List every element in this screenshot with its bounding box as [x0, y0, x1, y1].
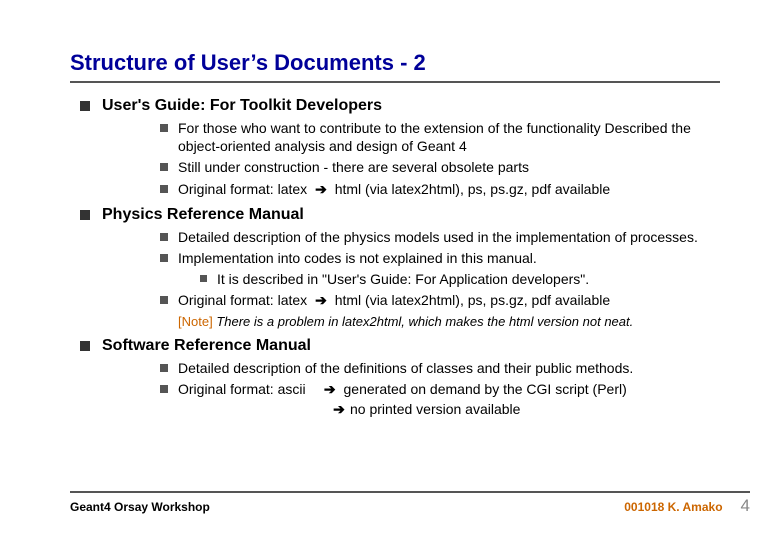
- footer: Geant4 Orsay Workshop 001018 K. Amako 4: [70, 491, 750, 516]
- footer-workshop: Geant4 Orsay Workshop: [70, 500, 210, 514]
- note-line: [Note] There is a problem in latex2html,…: [178, 314, 720, 329]
- square-bullet-icon: [160, 124, 168, 132]
- footer-divider: [70, 491, 750, 493]
- list-item: Original format: latex ➔ html (via latex…: [160, 291, 720, 309]
- format-tail: generated on demand by the CGI script (P…: [344, 381, 627, 397]
- item-text: Detailed description of the definitions …: [178, 359, 633, 377]
- format-tail: html (via latex2html), ps, ps.gz, pdf av…: [335, 181, 610, 197]
- format-lead: Original format: latex: [178, 292, 307, 308]
- square-bullet-icon: [80, 341, 90, 351]
- format-tail: html (via latex2html), ps, ps.gz, pdf av…: [335, 292, 610, 308]
- list-item: Still under construction - there are sev…: [160, 158, 720, 176]
- list-subitem: It is described in "User's Guide: For Ap…: [200, 270, 720, 288]
- note-label: [Note]: [178, 314, 213, 329]
- item-text: Original format: ascii ➔ generated on de…: [178, 380, 627, 398]
- item-text: Original format: latex ➔ html (via latex…: [178, 291, 610, 309]
- page-number: 4: [741, 496, 750, 516]
- square-bullet-icon: [160, 233, 168, 241]
- list-item: Detailed description of the definitions …: [160, 359, 720, 377]
- item-text: Detailed description of the physics mode…: [178, 228, 698, 246]
- arrow-icon: ➔: [320, 381, 340, 397]
- list-item: For those who want to contribute to the …: [160, 119, 720, 155]
- title-divider: [70, 81, 720, 83]
- square-bullet-icon: [160, 296, 168, 304]
- heading-text: Software Reference Manual: [102, 337, 311, 355]
- square-bullet-icon: [200, 275, 207, 282]
- square-bullet-icon: [160, 163, 168, 171]
- item-text: Implementation into codes is not explain…: [178, 249, 537, 267]
- subitem-text: It is described in "User's Guide: For Ap…: [217, 270, 589, 288]
- list-item: Implementation into codes is not explain…: [160, 249, 720, 267]
- heading-text: Physics Reference Manual: [102, 206, 304, 224]
- empty-lead: [178, 401, 328, 418]
- section-heading: Physics Reference Manual: [80, 206, 720, 224]
- square-bullet-icon: [160, 254, 168, 262]
- format-lead: Original format: latex: [178, 181, 307, 197]
- square-bullet-icon: [80, 210, 90, 220]
- square-bullet-icon: [80, 101, 90, 111]
- item-text: Still under construction - there are sev…: [178, 158, 529, 176]
- format-tail: no printed version available: [350, 401, 520, 418]
- square-bullet-icon: [160, 185, 168, 193]
- format-lead: Original format: ascii: [178, 380, 316, 398]
- heading-text: User's Guide: For Toolkit Developers: [102, 97, 382, 115]
- list-item: Original format: latex ➔ html (via latex…: [160, 180, 720, 198]
- item-text: For those who want to contribute to the …: [178, 119, 720, 155]
- item-text: Original format: latex ➔ html (via latex…: [178, 180, 610, 198]
- continuation-line: ➔ no printed version available: [178, 401, 720, 418]
- list-item: Original format: ascii ➔ generated on de…: [160, 380, 720, 398]
- section-heading: Software Reference Manual: [80, 337, 720, 355]
- square-bullet-icon: [160, 385, 168, 393]
- arrow-icon: ➔: [328, 401, 350, 418]
- slide-title: Structure of User’s Documents - 2: [70, 50, 720, 81]
- arrow-icon: ➔: [311, 292, 331, 308]
- list-item: Detailed description of the physics mode…: [160, 228, 720, 246]
- square-bullet-icon: [160, 364, 168, 372]
- arrow-icon: ➔: [311, 181, 331, 197]
- section-heading: User's Guide: For Toolkit Developers: [80, 97, 720, 115]
- note-text: There is a problem in latex2html, which …: [216, 314, 633, 329]
- footer-date-author: 001018 K. Amako: [624, 500, 722, 514]
